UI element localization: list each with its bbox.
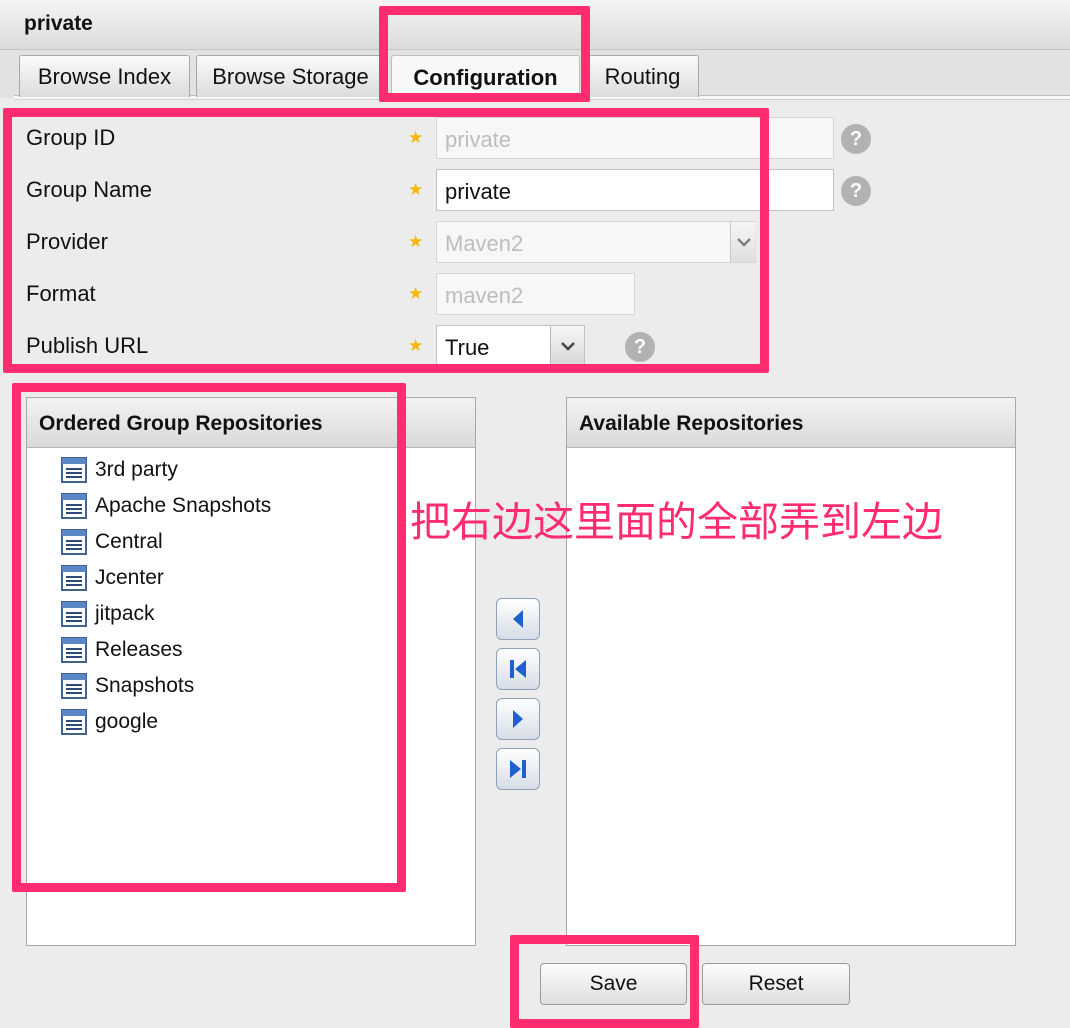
arrow-first-icon [510, 660, 526, 678]
format-field: maven2 [436, 273, 635, 315]
window-title: private [24, 12, 93, 35]
arrow-left-icon [513, 610, 523, 628]
window-title-bar [0, 0, 1070, 50]
publish-url-label: Publish URL [26, 333, 149, 358]
list-item-label: Central [95, 530, 163, 553]
star-icon: ★ [408, 232, 424, 251]
list-item[interactable]: Central [61, 526, 163, 558]
list-item-label: google [95, 710, 159, 733]
repository-icon [61, 457, 87, 483]
list-item[interactable]: Jcenter [61, 562, 164, 594]
ordered-repositories-header: Ordered Group Repositories [27, 398, 475, 448]
star-icon: ★ [408, 284, 424, 303]
repository-icon [61, 601, 87, 627]
list-item[interactable]: Snapshots [61, 670, 194, 702]
star-icon: ★ [408, 128, 424, 147]
tab-configuration[interactable]: Configuration [391, 55, 580, 99]
tab-browse-storage[interactable]: Browse Storage [196, 55, 385, 97]
provider-select-value: Maven2 [445, 231, 524, 256]
list-item-label: Apache Snapshots [95, 494, 272, 517]
chevron-down-icon [730, 222, 756, 262]
list-item[interactable]: Releases [61, 634, 183, 666]
ordered-repositories-panel: Ordered Group Repositories 3rd party Apa… [26, 397, 476, 946]
annotation-text: 把右边这里面的全部弄到左边 [410, 499, 943, 545]
tab-routing[interactable]: Routing [586, 55, 699, 97]
help-icon[interactable]: ? [625, 332, 655, 362]
repository-icon [61, 529, 87, 555]
repository-icon [61, 637, 87, 663]
group-name-label: Group Name [26, 177, 152, 202]
move-all-right-button[interactable] [496, 748, 540, 790]
list-item[interactable]: google [61, 706, 158, 738]
tab-browse-index[interactable]: Browse Index [19, 55, 190, 97]
provider-select: Maven2 [436, 221, 756, 263]
reset-button[interactable]: Reset [702, 963, 850, 1005]
star-icon: ★ [408, 180, 424, 199]
repository-icon [61, 493, 87, 519]
help-icon[interactable]: ? [841, 124, 871, 154]
list-item-label: 3rd party [95, 458, 178, 481]
group-id-label: Group ID [26, 125, 116, 150]
repository-icon [61, 565, 87, 591]
format-label: Format [26, 281, 96, 306]
arrow-last-icon [510, 760, 526, 778]
list-item-label: Releases [95, 638, 183, 661]
list-item-label: jitpack [95, 602, 155, 625]
move-left-button[interactable] [496, 598, 540, 640]
list-item[interactable]: 3rd party [61, 454, 178, 486]
list-item-label: Jcenter [95, 566, 164, 589]
group-name-field[interactable]: private [436, 169, 834, 211]
list-item[interactable]: Apache Snapshots [61, 490, 271, 522]
help-icon[interactable]: ? [841, 176, 871, 206]
move-right-button[interactable] [496, 698, 540, 740]
save-button[interactable]: Save [540, 963, 687, 1005]
group-id-field: private [436, 117, 834, 159]
chevron-down-icon[interactable] [550, 326, 584, 366]
repository-icon [61, 673, 87, 699]
arrow-right-icon [513, 710, 523, 728]
available-repositories-header: Available Repositories [567, 398, 1015, 448]
list-item[interactable]: jitpack [61, 598, 155, 630]
available-repositories-panel: Available Repositories [566, 397, 1016, 946]
repository-icon [61, 709, 87, 735]
publish-url-value: True [445, 335, 490, 360]
provider-label: Provider [26, 229, 108, 254]
star-icon: ★ [408, 336, 424, 355]
move-all-left-button[interactable] [496, 648, 540, 690]
list-item-label: Snapshots [95, 674, 195, 697]
